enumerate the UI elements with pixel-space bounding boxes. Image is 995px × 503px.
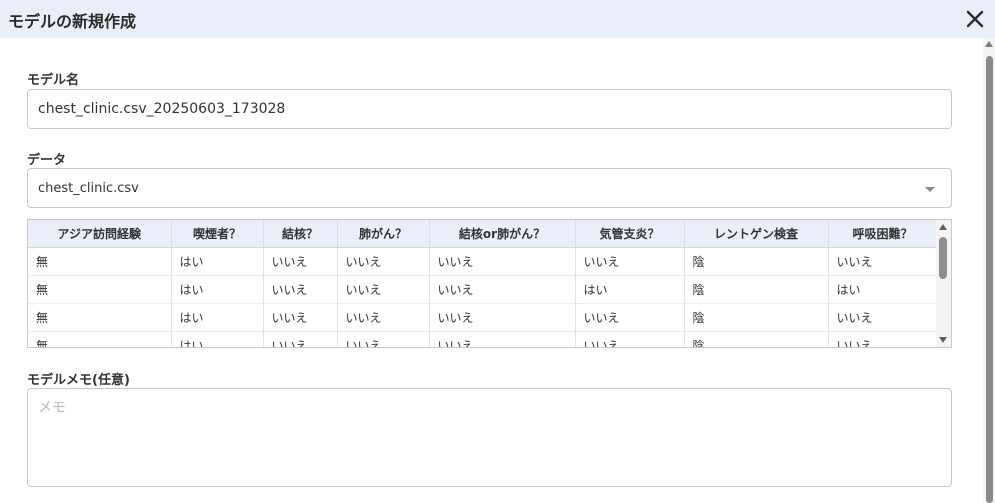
table-cell: いいえ — [575, 331, 685, 347]
scroll-up-icon[interactable] — [985, 41, 993, 47]
table-cell: いいえ — [263, 331, 338, 347]
table-scrollbar[interactable] — [936, 220, 951, 347]
column-header[interactable]: 気管支炎？ — [575, 220, 685, 248]
scroll-up-icon[interactable] — [939, 224, 947, 230]
column-header[interactable]: 結核or肺がん？ — [429, 220, 576, 248]
column-header[interactable]: 喫煙者？ — [171, 220, 264, 248]
column-header[interactable]: アジア訪問経験 — [28, 220, 172, 248]
dialog-title: モデルの新規作成 — [8, 12, 137, 31]
data-select[interactable]: chest_clinic.csv — [27, 168, 952, 208]
table-cell: いいえ — [429, 303, 576, 332]
table-cell: いいえ — [337, 247, 430, 276]
table-cell: はい — [171, 303, 264, 332]
table-cell: 無 — [28, 247, 172, 276]
table-cell: いいえ — [575, 303, 685, 332]
table-cell: 無 — [28, 331, 172, 347]
dialog-scrollbar[interactable] — [983, 38, 995, 503]
table-cell: はい — [171, 331, 264, 347]
chevron-down-icon — [925, 187, 935, 192]
memo-label: モデルメモ(任意) — [27, 373, 130, 388]
table-cell: いいえ — [337, 275, 430, 304]
column-header[interactable]: 結核？ — [263, 220, 338, 248]
table-cell: 陰 — [684, 331, 829, 347]
model-name-label: モデル名 — [27, 73, 80, 88]
dialog-header: モデルの新規作成 — [0, 0, 995, 38]
table-cell: いいえ — [828, 303, 938, 332]
table-cell: 無 — [28, 303, 172, 332]
table-row: 無 はい いいえ いいえ いいえ はい 陰 はい — [28, 275, 938, 304]
table-row: 無 はい いいえ いいえ いいえ いいえ 陰 いいえ — [28, 331, 938, 347]
table-cell: いいえ — [337, 303, 430, 332]
table-cell: いいえ — [263, 303, 338, 332]
table-row: 無 はい いいえ いいえ いいえ いいえ 陰 いいえ — [28, 247, 938, 276]
table-cell: いいえ — [263, 247, 338, 276]
table-header-row: アジア訪問経験 喫煙者？ 結核？ 肺がん？ 結核or肺がん？ 気管支炎？ レント… — [28, 220, 938, 248]
create-model-dialog: モデルの新規作成 モデル名 データ chest_clinic.csv アジア訪問… — [0, 0, 995, 503]
table-cell: いいえ — [575, 247, 685, 276]
table-cell: 陰 — [684, 303, 829, 332]
table-cell: はい — [575, 275, 685, 304]
close-icon — [966, 10, 984, 28]
table-cell: 陰 — [684, 247, 829, 276]
table-cell: いいえ — [828, 331, 938, 347]
scrollbar-thumb[interactable] — [986, 56, 993, 503]
data-label: データ — [27, 153, 67, 168]
table-cell: いいえ — [828, 247, 938, 276]
close-button[interactable] — [963, 6, 987, 32]
data-select-value: chest_clinic.csv — [38, 180, 139, 196]
model-name-input[interactable] — [27, 89, 952, 129]
table-cell: はい — [171, 275, 264, 304]
table-cell: いいえ — [263, 275, 338, 304]
scroll-down-icon[interactable] — [939, 337, 947, 343]
table-cell: いいえ — [337, 331, 430, 347]
table-cell: いいえ — [429, 275, 576, 304]
memo-textarea[interactable] — [27, 388, 952, 487]
table-cell: はい — [171, 247, 264, 276]
data-preview-table: アジア訪問経験 喫煙者？ 結核？ 肺がん？ 結核or肺がん？ 気管支炎？ レント… — [27, 219, 952, 348]
table-cell: 陰 — [684, 275, 829, 304]
table-cell: いいえ — [429, 247, 576, 276]
column-header[interactable]: 呼吸困難？ — [828, 220, 938, 248]
table-cell: 無 — [28, 275, 172, 304]
column-header[interactable]: 肺がん？ — [337, 220, 430, 248]
table-cell: はい — [828, 275, 938, 304]
table-row: 無 はい いいえ いいえ いいえ いいえ 陰 いいえ — [28, 303, 938, 332]
column-header[interactable]: レントゲン検査 — [684, 220, 829, 248]
table-cell: いいえ — [429, 331, 576, 347]
scrollbar-thumb[interactable] — [939, 237, 947, 279]
